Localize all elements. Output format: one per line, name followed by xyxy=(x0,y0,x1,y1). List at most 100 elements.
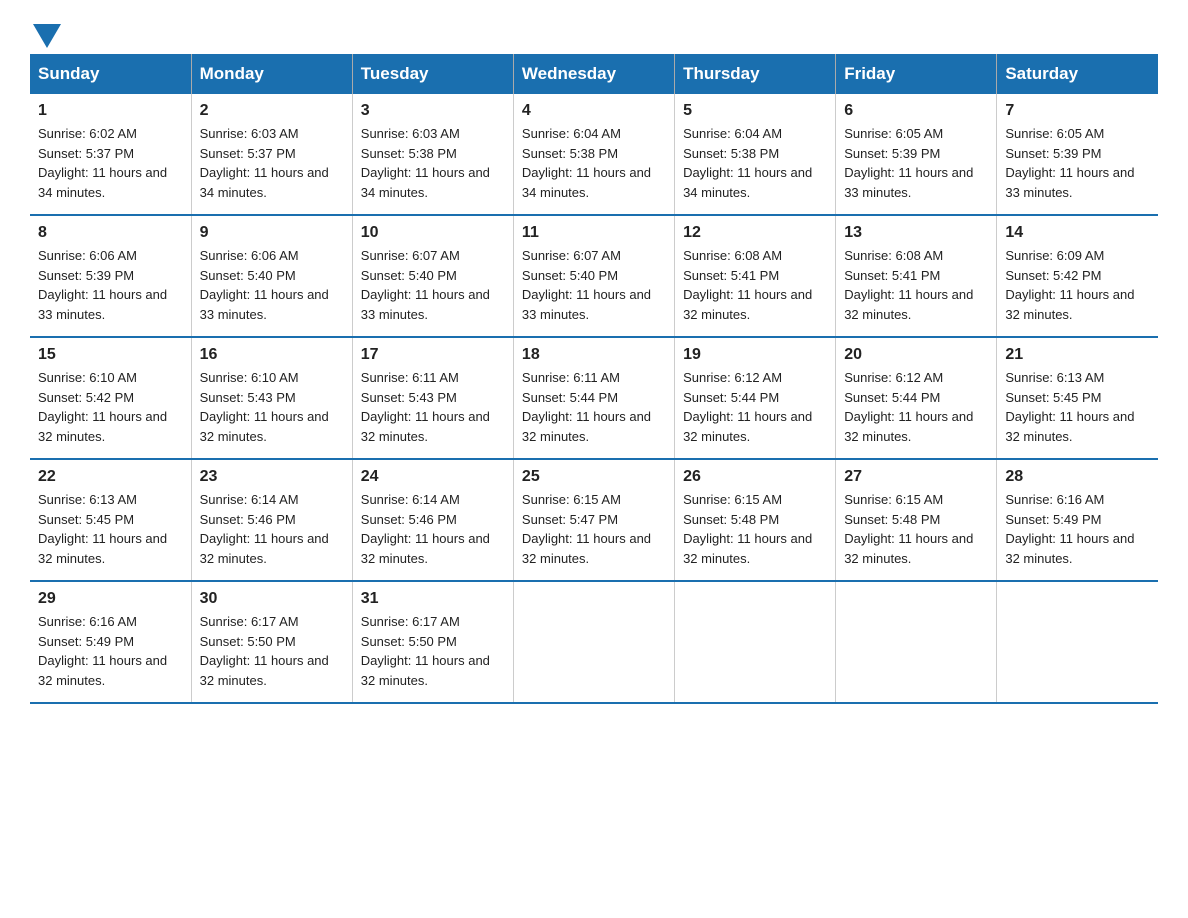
calendar-cell: 7 Sunrise: 6:05 AM Sunset: 5:39 PM Dayli… xyxy=(997,94,1158,215)
day-number: 29 xyxy=(38,590,183,608)
calendar-cell: 29 Sunrise: 6:16 AM Sunset: 5:49 PM Dayl… xyxy=(30,581,191,703)
weekday-header-tuesday: Tuesday xyxy=(352,54,513,94)
sunrise-label: Sunrise: 6:11 AM xyxy=(522,370,620,385)
daylight-label: Daylight: 11 hours and 34 minutes. xyxy=(683,165,812,200)
sunrise-label: Sunrise: 6:15 AM xyxy=(844,492,943,507)
sunrise-label: Sunrise: 6:10 AM xyxy=(38,370,137,385)
sunrise-label: Sunrise: 6:05 AM xyxy=(1005,126,1104,141)
daylight-label: Daylight: 11 hours and 32 minutes. xyxy=(522,409,651,444)
day-number: 28 xyxy=(1005,468,1150,486)
sunrise-label: Sunrise: 6:05 AM xyxy=(844,126,943,141)
day-number: 23 xyxy=(200,468,344,486)
sunrise-label: Sunrise: 6:02 AM xyxy=(38,126,137,141)
sunset-label: Sunset: 5:46 PM xyxy=(361,512,457,527)
calendar-cell: 15 Sunrise: 6:10 AM Sunset: 5:42 PM Dayl… xyxy=(30,337,191,459)
day-number: 11 xyxy=(522,224,666,242)
weekday-header-saturday: Saturday xyxy=(997,54,1158,94)
calendar-cell xyxy=(675,581,836,703)
daylight-label: Daylight: 11 hours and 33 minutes. xyxy=(361,287,490,322)
sunrise-label: Sunrise: 6:03 AM xyxy=(361,126,460,141)
sunset-label: Sunset: 5:39 PM xyxy=(38,268,134,283)
sunrise-label: Sunrise: 6:08 AM xyxy=(683,248,782,263)
sunset-label: Sunset: 5:48 PM xyxy=(844,512,940,527)
weekday-header-sunday: Sunday xyxy=(30,54,191,94)
day-info: Sunrise: 6:11 AM Sunset: 5:44 PM Dayligh… xyxy=(522,368,666,446)
sunset-label: Sunset: 5:40 PM xyxy=(200,268,296,283)
sunset-label: Sunset: 5:40 PM xyxy=(522,268,618,283)
day-info: Sunrise: 6:16 AM Sunset: 5:49 PM Dayligh… xyxy=(1005,490,1150,568)
calendar-cell: 31 Sunrise: 6:17 AM Sunset: 5:50 PM Dayl… xyxy=(352,581,513,703)
day-info: Sunrise: 6:08 AM Sunset: 5:41 PM Dayligh… xyxy=(844,246,988,324)
sunset-label: Sunset: 5:40 PM xyxy=(361,268,457,283)
sunset-label: Sunset: 5:38 PM xyxy=(683,146,779,161)
daylight-label: Daylight: 11 hours and 32 minutes. xyxy=(38,531,167,566)
calendar-cell: 12 Sunrise: 6:08 AM Sunset: 5:41 PM Dayl… xyxy=(675,215,836,337)
sunrise-label: Sunrise: 6:15 AM xyxy=(522,492,621,507)
calendar-cell: 18 Sunrise: 6:11 AM Sunset: 5:44 PM Dayl… xyxy=(513,337,674,459)
sunrise-label: Sunrise: 6:06 AM xyxy=(200,248,299,263)
day-info: Sunrise: 6:03 AM Sunset: 5:38 PM Dayligh… xyxy=(361,124,505,202)
calendar-week-row: 22 Sunrise: 6:13 AM Sunset: 5:45 PM Dayl… xyxy=(30,459,1158,581)
day-number: 13 xyxy=(844,224,988,242)
daylight-label: Daylight: 11 hours and 33 minutes. xyxy=(1005,165,1134,200)
day-info: Sunrise: 6:07 AM Sunset: 5:40 PM Dayligh… xyxy=(361,246,505,324)
daylight-label: Daylight: 11 hours and 32 minutes. xyxy=(683,531,812,566)
sunrise-label: Sunrise: 6:11 AM xyxy=(361,370,459,385)
calendar-cell xyxy=(836,581,997,703)
day-info: Sunrise: 6:05 AM Sunset: 5:39 PM Dayligh… xyxy=(844,124,988,202)
calendar-cell: 13 Sunrise: 6:08 AM Sunset: 5:41 PM Dayl… xyxy=(836,215,997,337)
calendar-cell: 5 Sunrise: 6:04 AM Sunset: 5:38 PM Dayli… xyxy=(675,94,836,215)
sunset-label: Sunset: 5:42 PM xyxy=(1005,268,1101,283)
sunset-label: Sunset: 5:43 PM xyxy=(361,390,457,405)
day-info: Sunrise: 6:04 AM Sunset: 5:38 PM Dayligh… xyxy=(522,124,666,202)
sunrise-label: Sunrise: 6:04 AM xyxy=(522,126,621,141)
daylight-label: Daylight: 11 hours and 32 minutes. xyxy=(844,409,973,444)
calendar-week-row: 29 Sunrise: 6:16 AM Sunset: 5:49 PM Dayl… xyxy=(30,581,1158,703)
sunrise-label: Sunrise: 6:15 AM xyxy=(683,492,782,507)
sunrise-label: Sunrise: 6:17 AM xyxy=(361,614,460,629)
day-number: 30 xyxy=(200,590,344,608)
sunrise-label: Sunrise: 6:07 AM xyxy=(361,248,460,263)
day-info: Sunrise: 6:17 AM Sunset: 5:50 PM Dayligh… xyxy=(200,612,344,690)
day-number: 6 xyxy=(844,102,988,120)
day-info: Sunrise: 6:02 AM Sunset: 5:37 PM Dayligh… xyxy=(38,124,183,202)
day-number: 31 xyxy=(361,590,505,608)
sunset-label: Sunset: 5:38 PM xyxy=(522,146,618,161)
sunset-label: Sunset: 5:37 PM xyxy=(38,146,134,161)
daylight-label: Daylight: 11 hours and 32 minutes. xyxy=(38,653,167,688)
daylight-label: Daylight: 11 hours and 32 minutes. xyxy=(200,531,329,566)
weekday-header-wednesday: Wednesday xyxy=(513,54,674,94)
day-number: 18 xyxy=(522,346,666,364)
day-number: 20 xyxy=(844,346,988,364)
daylight-label: Daylight: 11 hours and 32 minutes. xyxy=(1005,287,1134,322)
day-info: Sunrise: 6:15 AM Sunset: 5:48 PM Dayligh… xyxy=(683,490,827,568)
calendar-cell: 28 Sunrise: 6:16 AM Sunset: 5:49 PM Dayl… xyxy=(997,459,1158,581)
logo-triangle-icon xyxy=(33,24,61,48)
logo xyxy=(30,20,64,44)
daylight-label: Daylight: 11 hours and 32 minutes. xyxy=(1005,531,1134,566)
day-info: Sunrise: 6:13 AM Sunset: 5:45 PM Dayligh… xyxy=(1005,368,1150,446)
calendar-cell: 9 Sunrise: 6:06 AM Sunset: 5:40 PM Dayli… xyxy=(191,215,352,337)
sunset-label: Sunset: 5:46 PM xyxy=(200,512,296,527)
sunrise-label: Sunrise: 6:09 AM xyxy=(1005,248,1104,263)
sunrise-label: Sunrise: 6:13 AM xyxy=(1005,370,1104,385)
calendar-cell xyxy=(997,581,1158,703)
calendar-week-row: 15 Sunrise: 6:10 AM Sunset: 5:42 PM Dayl… xyxy=(30,337,1158,459)
sunset-label: Sunset: 5:45 PM xyxy=(38,512,134,527)
day-number: 8 xyxy=(38,224,183,242)
day-number: 2 xyxy=(200,102,344,120)
sunset-label: Sunset: 5:50 PM xyxy=(361,634,457,649)
day-info: Sunrise: 6:09 AM Sunset: 5:42 PM Dayligh… xyxy=(1005,246,1150,324)
day-number: 12 xyxy=(683,224,827,242)
sunrise-label: Sunrise: 6:10 AM xyxy=(200,370,299,385)
calendar-cell: 6 Sunrise: 6:05 AM Sunset: 5:39 PM Dayli… xyxy=(836,94,997,215)
calendar-cell: 8 Sunrise: 6:06 AM Sunset: 5:39 PM Dayli… xyxy=(30,215,191,337)
day-number: 9 xyxy=(200,224,344,242)
calendar-week-row: 1 Sunrise: 6:02 AM Sunset: 5:37 PM Dayli… xyxy=(30,94,1158,215)
calendar-cell: 25 Sunrise: 6:15 AM Sunset: 5:47 PM Dayl… xyxy=(513,459,674,581)
daylight-label: Daylight: 11 hours and 34 minutes. xyxy=(522,165,651,200)
day-number: 26 xyxy=(683,468,827,486)
day-number: 27 xyxy=(844,468,988,486)
sunset-label: Sunset: 5:41 PM xyxy=(844,268,940,283)
day-info: Sunrise: 6:14 AM Sunset: 5:46 PM Dayligh… xyxy=(200,490,344,568)
